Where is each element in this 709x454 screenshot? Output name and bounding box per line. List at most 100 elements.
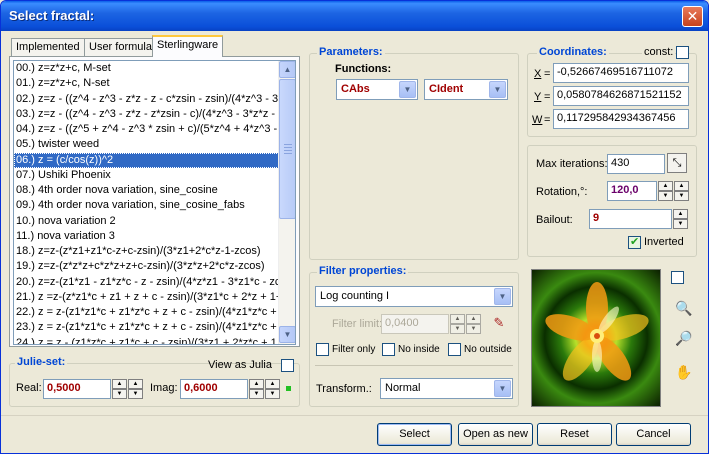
spin-down-icon[interactable]: ▼ <box>673 219 688 229</box>
chevron-down-icon[interactable]: ▼ <box>489 81 506 98</box>
spin-down-icon[interactable]: ▼ <box>249 389 264 399</box>
list-item[interactable]: 05.) twister weed <box>14 137 295 152</box>
spin-up-icon[interactable]: ▲ <box>674 181 689 191</box>
list-item[interactable]: 21.) z =z-(z*z1*c + z1 + z + c - zsin)/(… <box>14 290 295 305</box>
list-item[interactable]: 01.) z=z*z+c, N-set <box>14 76 295 91</box>
select-button[interactable]: Select <box>377 423 452 446</box>
rotation-spinner-fine[interactable]: ▲ ▼ <box>674 181 689 201</box>
rotation-input[interactable]: 120,0 <box>607 181 657 201</box>
function2-select[interactable]: CIdent ▼ <box>424 79 508 100</box>
max-iterations-input[interactable]: 430 <box>607 154 665 174</box>
parameters-title: Parameters: <box>317 46 385 58</box>
list-item[interactable]: 06.) z = (c/cos(z))^2 <box>14 152 295 168</box>
list-item[interactable]: 23.) z = z-(z1*z1*c + z1*z*c + z + c - z… <box>14 320 295 335</box>
spin-up-icon[interactable]: ▲ <box>265 379 280 389</box>
filter-only-checkbox[interactable] <box>316 343 329 356</box>
close-button[interactable]: ✕ <box>682 6 703 27</box>
spin-up-icon[interactable]: ▲ <box>673 209 688 219</box>
no-inside-checkbox[interactable] <box>382 343 395 356</box>
x-input[interactable]: -0,52667469516711072 <box>553 63 689 83</box>
list-item[interactable]: 08.) 4th order nova variation, sine_cosi… <box>14 183 295 198</box>
zoom-in-button[interactable]: 🔍 <box>673 297 695 319</box>
chevron-down-icon: ▼ <box>283 330 292 339</box>
scroll-down-button[interactable]: ▼ <box>279 326 295 343</box>
scroll-thumb[interactable] <box>279 79 295 219</box>
scroll-up-button[interactable]: ▲ <box>279 61 295 78</box>
julia-set-title: Julie-set: <box>15 356 68 368</box>
w-input[interactable]: 0,117295842934367456 <box>553 109 689 129</box>
imag-spinner-fine[interactable]: ▲ ▼ <box>265 379 280 399</box>
zoom-out-button[interactable]: 🔎 <box>673 327 695 349</box>
list-item[interactable]: 11.) nova variation 3 <box>14 229 295 244</box>
list-item[interactable]: 09.) 4th order nova variation, sine_cosi… <box>14 198 295 213</box>
list-item[interactable]: 18.) z=z-(z*z1+z1*c-z+c-zsin)/(3*z1+2*c*… <box>14 244 295 259</box>
tab-implemented[interactable]: Implemented <box>11 38 85 56</box>
const-checkbox[interactable] <box>676 46 689 59</box>
spin-up-icon[interactable]: ▲ <box>112 379 127 389</box>
cancel-button[interactable]: Cancel <box>616 423 691 446</box>
list-scrollbar[interactable]: ▲ ▼ <box>278 61 295 344</box>
spin-down-icon[interactable]: ▼ <box>128 389 143 399</box>
spin-down-icon[interactable]: ▼ <box>466 324 481 334</box>
spin-down-icon[interactable]: ▼ <box>658 191 673 201</box>
list-item[interactable]: 02.) z=z - ((z^4 - z^3 - z*z - z - c*zsi… <box>14 92 295 107</box>
real-spinner[interactable]: ▲ ▼ <box>112 379 127 399</box>
no-outside-label: No outside <box>464 344 512 355</box>
inverted-checkbox[interactable] <box>628 235 641 249</box>
formula-list[interactable]: 00.) z=z*z+c, M-set 01.) z=z*z+c, N-set 02… <box>13 60 296 345</box>
list-item[interactable]: 07.) Ushiki Phoenix <box>14 168 295 183</box>
functions-label: Functions: <box>335 63 392 75</box>
no-outside-checkbox[interactable] <box>448 343 461 356</box>
reset-button[interactable]: Reset <box>537 423 612 446</box>
pan-button[interactable]: ✋ <box>673 361 695 383</box>
imag-input[interactable]: 0,6000 <box>180 379 248 399</box>
list-item[interactable]: 22.) z = z-(z1*z1*c + z1*z*c + z + c - z… <box>14 305 295 320</box>
bailout-spinner[interactable]: ▲ ▼ <box>673 209 688 229</box>
spin-down-icon[interactable]: ▼ <box>265 389 280 399</box>
spin-down-icon[interactable]: ▼ <box>112 389 127 399</box>
preview-checkbox[interactable] <box>671 271 684 284</box>
list-item[interactable]: 24.) z = z - (z1*z*c + z1*c + c - zsin)/… <box>14 336 295 345</box>
open-as-new-button[interactable]: Open as new <box>458 423 533 446</box>
imag-spinner[interactable]: ▲ ▼ <box>249 379 264 399</box>
auto-iterations-button[interactable]: ⤡ <box>667 153 687 173</box>
list-item[interactable]: 20.) z=z-(z1*z1 - z1*z*c - z - zsin)/(4*… <box>14 275 295 290</box>
rotation-spinner[interactable]: ▲ ▼ <box>658 181 673 201</box>
const-label: const: <box>642 46 676 58</box>
tab-sterlingware[interactable]: Sterlingware <box>152 35 224 57</box>
spin-up-icon[interactable]: ▲ <box>249 379 264 389</box>
formula-list-items: 00.) z=z*z+c, M-set 01.) z=z*z+c, N-set 02… <box>14 61 295 345</box>
real-input[interactable]: 0,5000 <box>43 379 111 399</box>
filter-method-select[interactable]: Log counting I ▼ <box>315 286 513 307</box>
spin-up-icon[interactable]: ▲ <box>658 181 673 191</box>
list-item[interactable]: 19.) z=z-(z*z*z+c*z*z+z+c-zsin)/(3*z*z+2… <box>14 259 295 274</box>
spin-up-icon[interactable]: ▲ <box>450 314 465 324</box>
spin-up-icon[interactable]: ▲ <box>128 379 143 389</box>
transform-select[interactable]: Normal ▼ <box>380 378 513 399</box>
spin-down-icon[interactable]: ▼ <box>674 191 689 201</box>
chevron-down-icon[interactable]: ▼ <box>494 380 511 397</box>
filter-limit-spinner[interactable]: ▲ ▼ <box>450 314 465 334</box>
chevron-down-icon[interactable]: ▼ <box>399 81 416 98</box>
function1-select[interactable]: CAbs ▼ <box>336 79 418 100</box>
list-item[interactable]: 10.) nova variation 2 <box>14 214 295 229</box>
zoom-in-icon: 🔍 <box>675 300 693 316</box>
filter-only-label: Filter only <box>332 344 376 355</box>
list-item[interactable]: 00.) z=z*z+c, M-set <box>14 61 295 76</box>
spin-up-icon[interactable]: ▲ <box>466 314 481 324</box>
bailout-input[interactable]: 9 <box>589 209 672 229</box>
transform-label: Transform.: <box>316 383 372 395</box>
list-item[interactable]: 03.) z=z - ((z^4 - z^3 - z*z - z*zsin - … <box>14 107 295 122</box>
transform-value: Normal <box>385 382 421 394</box>
real-spinner-fine[interactable]: ▲ ▼ <box>128 379 143 399</box>
filter-tool-button[interactable]: ✎ <box>488 312 510 334</box>
chevron-down-icon[interactable]: ▼ <box>494 288 511 305</box>
filter-limit-spinner-fine[interactable]: ▲ ▼ <box>466 314 481 334</box>
view-as-julia-checkbox[interactable] <box>281 359 294 372</box>
y-input[interactable]: 0,0580784626871521152 <box>553 86 689 106</box>
filter-limit-input[interactable]: 0,0400 <box>381 314 449 334</box>
fractal-preview[interactable] <box>531 269 661 407</box>
tab-user-formula[interactable]: User formula <box>84 38 157 56</box>
list-item[interactable]: 04.) z=z - ((z^5 + z^4 - z^3 * zsin + c)… <box>14 122 295 137</box>
spin-down-icon[interactable]: ▼ <box>450 324 465 334</box>
